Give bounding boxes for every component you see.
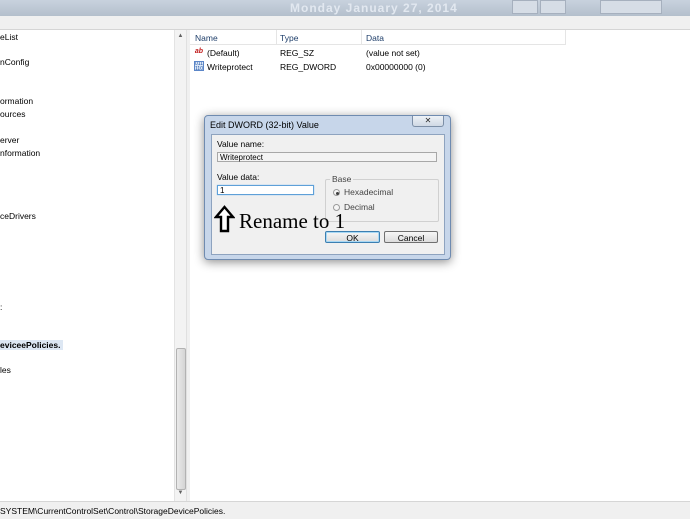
annotation-text: Rename to 1 [239, 209, 346, 233]
up-arrow-icon [214, 205, 235, 233]
registry-path: SYSTEM\CurrentControlSet\Control\Storage… [0, 506, 226, 516]
edit-dword-dialog: Edit DWORD (32-bit) Value ✕ Value name: … [204, 115, 451, 260]
status-bar: SYSTEM\CurrentControlSet\Control\Storage… [0, 501, 690, 519]
column-header-name[interactable]: Name [195, 33, 218, 43]
tree-item-selected[interactable]: eviceePolicies. [0, 340, 63, 350]
dialog-body: Value name: Writeprotect Value data: 1 B… [211, 134, 445, 255]
tree-item[interactable]: ources [0, 109, 26, 119]
value-type: REG_DWORD [280, 62, 337, 72]
close-window-button[interactable] [600, 0, 662, 14]
registry-tree[interactable]: eList nConfig ormation ources erver nfor… [0, 30, 174, 501]
value-name-label: Value name: [217, 139, 265, 149]
minimize-button[interactable] [512, 0, 538, 14]
scroll-down-icon[interactable]: ▼ [176, 489, 185, 498]
scrollbar-thumb[interactable] [176, 348, 186, 490]
menu-bar [0, 16, 690, 30]
column-header-type[interactable]: Type [280, 33, 298, 43]
value-data-input[interactable]: 1 [217, 185, 314, 195]
base-group-title: Base [330, 174, 354, 184]
hexadecimal-radio[interactable] [333, 189, 340, 196]
scroll-up-icon[interactable]: ▲ [176, 32, 185, 41]
maximize-button[interactable] [540, 0, 566, 14]
column-divider[interactable] [361, 30, 362, 44]
tree-item[interactable]: les [0, 365, 11, 375]
value-name: (Default) [207, 48, 240, 58]
column-header-data[interactable]: Data [366, 33, 384, 43]
dialog-title: Edit DWORD (32-bit) Value [210, 120, 319, 130]
tree-item[interactable]: nformation [0, 148, 40, 158]
window-title-bar: Monday January 27, 2014 [0, 0, 690, 16]
value-name: Writeprotect [207, 62, 253, 72]
cancel-button[interactable]: Cancel [384, 231, 438, 243]
list-header: Name Type Data [190, 30, 566, 45]
list-row-writeprotect[interactable]: 011 110 Writeprotect REG_DWORD 0x0000000… [190, 61, 566, 74]
value-name-field: Writeprotect [217, 152, 437, 162]
tree-item[interactable]: eList [0, 32, 18, 42]
value-type: REG_SZ [280, 48, 315, 58]
tree-item[interactable]: ceDrivers [0, 211, 36, 221]
tree-scrollbar[interactable]: ▲ ▼ [174, 30, 186, 501]
string-value-icon: ab [194, 48, 204, 55]
tree-item[interactable]: nConfig [0, 57, 29, 67]
list-row-default[interactable]: ab (Default) REG_SZ (value not set) [190, 47, 566, 60]
tree-item[interactable]: : [0, 302, 2, 312]
hexadecimal-label[interactable]: Hexadecimal [344, 187, 393, 197]
column-divider[interactable] [565, 30, 566, 44]
tree-item[interactable]: ormation [0, 96, 33, 106]
binary-value-icon: 011 110 [194, 61, 204, 71]
tree-item[interactable]: erver [0, 135, 19, 145]
value-data: 0x00000000 (0) [366, 62, 426, 72]
value-data: (value not set) [366, 48, 420, 58]
value-data-label: Value data: [217, 172, 260, 182]
values-list[interactable]: Name Type Data ab (Default) REG_SZ (valu… [190, 30, 690, 501]
desktop-date-text: Monday January 27, 2014 [290, 1, 458, 15]
decimal-label[interactable]: Decimal [344, 202, 375, 212]
column-divider[interactable] [276, 30, 277, 44]
close-icon[interactable]: ✕ [412, 116, 444, 127]
